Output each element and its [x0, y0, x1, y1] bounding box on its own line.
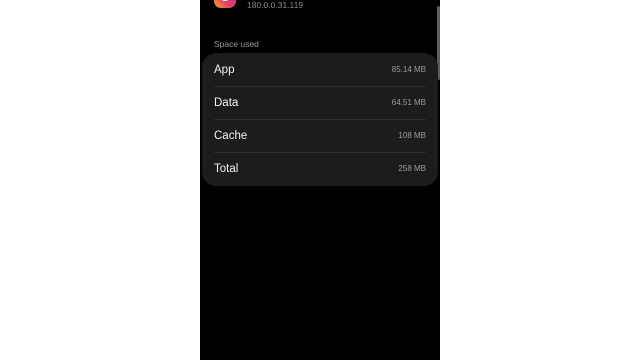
storage-row-label: Cache — [214, 129, 248, 142]
storage-row-total: Total 258 MB — [214, 152, 426, 185]
storage-row-value: 85.14 MB — [391, 65, 426, 74]
storage-row-value: 64.51 MB — [391, 98, 426, 107]
storage-card: App 85.14 MB Data 64.51 MB Cache 108 MB … — [202, 53, 438, 186]
app-version: 180.0.0.31.119 — [247, 0, 304, 10]
space-used-label: Space used — [214, 39, 259, 49]
storage-row-cache: Cache 108 MB — [214, 119, 426, 152]
storage-row-data: Data 64.51 MB — [214, 86, 426, 119]
storage-row-label: App — [214, 63, 235, 76]
storage-row-value: 108 MB — [398, 131, 426, 140]
phone-screen: 180.0.0.31.119 Space used App 85.14 MB D… — [200, 0, 440, 360]
storage-row-value: 258 MB — [398, 164, 426, 173]
storage-row-app: App 85.14 MB — [214, 53, 426, 86]
storage-row-label: Data — [214, 96, 239, 109]
storage-row-label: Total — [214, 162, 239, 175]
instagram-icon — [214, 0, 236, 8]
